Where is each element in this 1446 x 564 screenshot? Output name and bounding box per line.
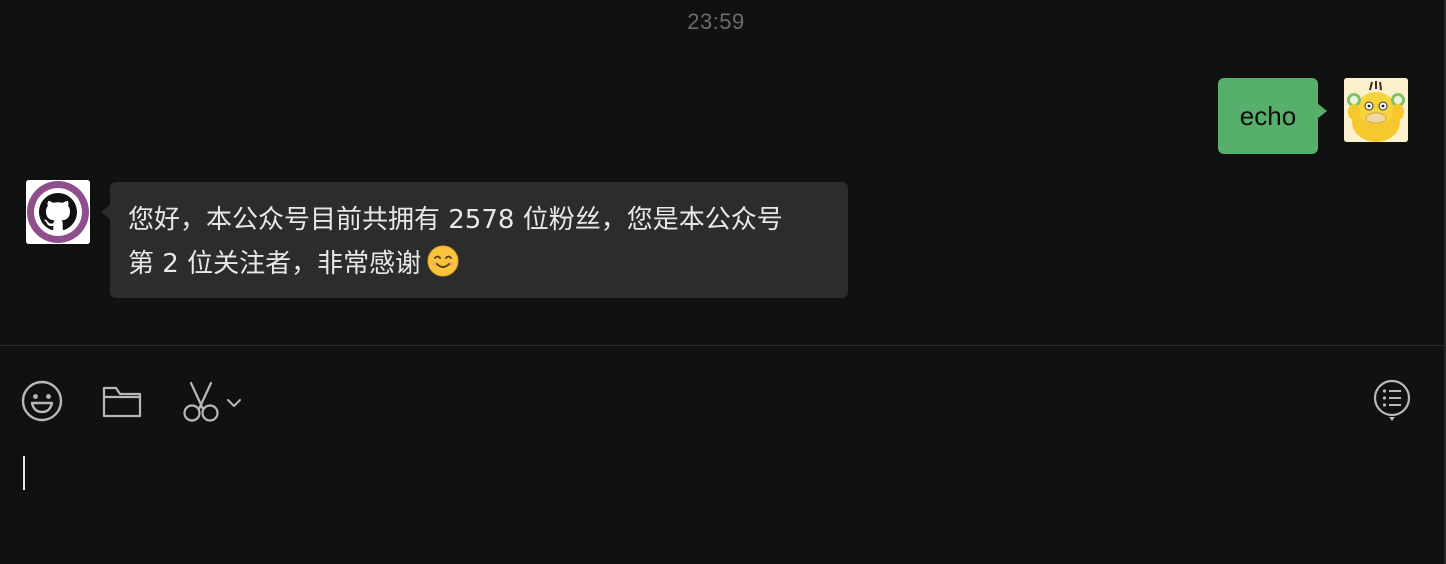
outgoing-message-bubble[interactable]: echo [1218,78,1327,154]
chevron-down-icon[interactable] [227,399,241,407]
screenshot-button[interactable] [181,381,247,423]
self-avatar[interactable] [1344,78,1408,142]
emoji-icon [21,380,63,422]
incoming-message-bubble[interactable]: 您好，本公众号目前共拥有 2578 位粉丝，您是本公众号 第 2 位关注者，非常… [101,182,848,298]
official-account-avatar[interactable] [26,180,90,244]
composer-divider [0,345,1444,346]
incoming-message-line-2: 第 2 位关注者，非常感谢 [128,242,830,286]
incoming-message-line-2-text: 第 2 位关注者，非常感谢 [128,249,422,279]
smiling-face-emoji-icon [427,245,459,277]
chat-history-button[interactable] [1370,378,1414,428]
message-timestamp: 23:59 [687,9,745,34]
emoji-button[interactable] [21,380,63,422]
psyduck-avatar-icon [1344,78,1408,142]
send-file-button[interactable] [101,384,143,420]
chat-history-icon [1373,379,1411,421]
chat-window: 23:59 echo 您好，本公众号目前共拥有 2578 位粉丝，您是本公众号 … [0,0,1446,564]
incoming-message-line-1: 您好，本公众号目前共拥有 2578 位粉丝，您是本公众号 [128,205,783,235]
text-caret [23,456,25,490]
scissors-icon [183,381,219,422]
folder-icon [102,386,142,418]
github-octocat-avatar-icon [26,180,90,244]
message-list[interactable]: 23:59 echo 您好，本公众号目前共拥有 2578 位粉丝，您是本公众号 … [0,0,1444,345]
message-input[interactable] [0,440,1444,564]
